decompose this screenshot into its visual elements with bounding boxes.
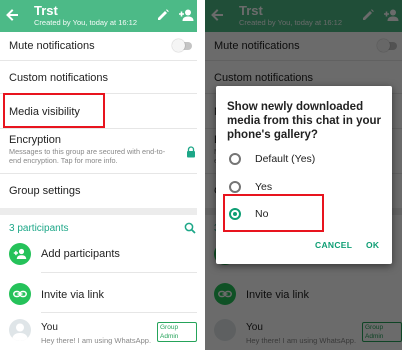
- ok-button[interactable]: OK: [366, 240, 379, 250]
- mute-notifications-label[interactable]: Mute notifications: [9, 40, 95, 52]
- encryption-description: Messages to this group are secured with …: [9, 147, 166, 165]
- invite-link-icon-circle[interactable]: [9, 283, 31, 305]
- participant-status: Hey there! I am using WhatsApp.: [41, 336, 152, 345]
- group-settings-item[interactable]: Group settings: [9, 185, 81, 197]
- avatar[interactable]: [9, 319, 31, 341]
- invite-via-link-item[interactable]: Invite via link: [41, 289, 104, 301]
- media-visibility-dialog-screen: Trst Created by You, today at 16:12 Mute…: [205, 0, 402, 350]
- radio-yes[interactable]: [229, 181, 241, 193]
- encryption-title[interactable]: Encryption: [9, 134, 61, 146]
- search-icon[interactable]: [184, 222, 196, 234]
- divider: [41, 312, 197, 313]
- option-default-yes-label[interactable]: Default (Yes): [255, 153, 315, 165]
- mute-toggle[interactable]: [172, 39, 185, 52]
- group-title[interactable]: Trst: [34, 3, 58, 18]
- add-participants-icon-circle[interactable]: [9, 243, 31, 265]
- back-arrow-icon[interactable]: [4, 7, 20, 23]
- lock-icon: [187, 146, 195, 158]
- option-yes-label[interactable]: Yes: [255, 181, 272, 193]
- add-person-icon: [13, 248, 27, 259]
- cancel-button[interactable]: CANCEL: [315, 240, 352, 250]
- pencil-icon[interactable]: [156, 8, 170, 22]
- group-admin-badge: Group Admin: [157, 322, 197, 342]
- panel-gap: [197, 0, 205, 350]
- app-bar: Trst Created by You, today at 16:12: [0, 0, 197, 32]
- divider: [41, 272, 197, 273]
- section-separator: [0, 208, 197, 215]
- dialog-title: Show newly downloaded media from this ch…: [227, 101, 381, 141]
- add-participants-item[interactable]: Add participants: [41, 248, 120, 260]
- custom-notifications-item[interactable]: Custom notifications: [9, 72, 108, 84]
- divider: [0, 128, 197, 129]
- add-person-icon[interactable]: [178, 8, 194, 22]
- radio-default-yes[interactable]: [229, 153, 241, 165]
- group-info-screen: Trst Created by You, today at 16:12 Mute…: [0, 0, 197, 350]
- person-icon: [12, 323, 28, 341]
- media-visibility-highlight: [3, 93, 105, 128]
- no-option-highlight: [223, 194, 324, 232]
- participant-name[interactable]: You: [41, 322, 58, 333]
- group-subtitle: Created by You, today at 16:12: [34, 18, 137, 27]
- media-visibility-dialog: Show newly downloaded media from this ch…: [216, 86, 392, 264]
- participants-count: 3 participants: [9, 223, 69, 234]
- divider: [0, 60, 197, 61]
- divider: [0, 173, 197, 174]
- link-icon: [13, 290, 27, 298]
